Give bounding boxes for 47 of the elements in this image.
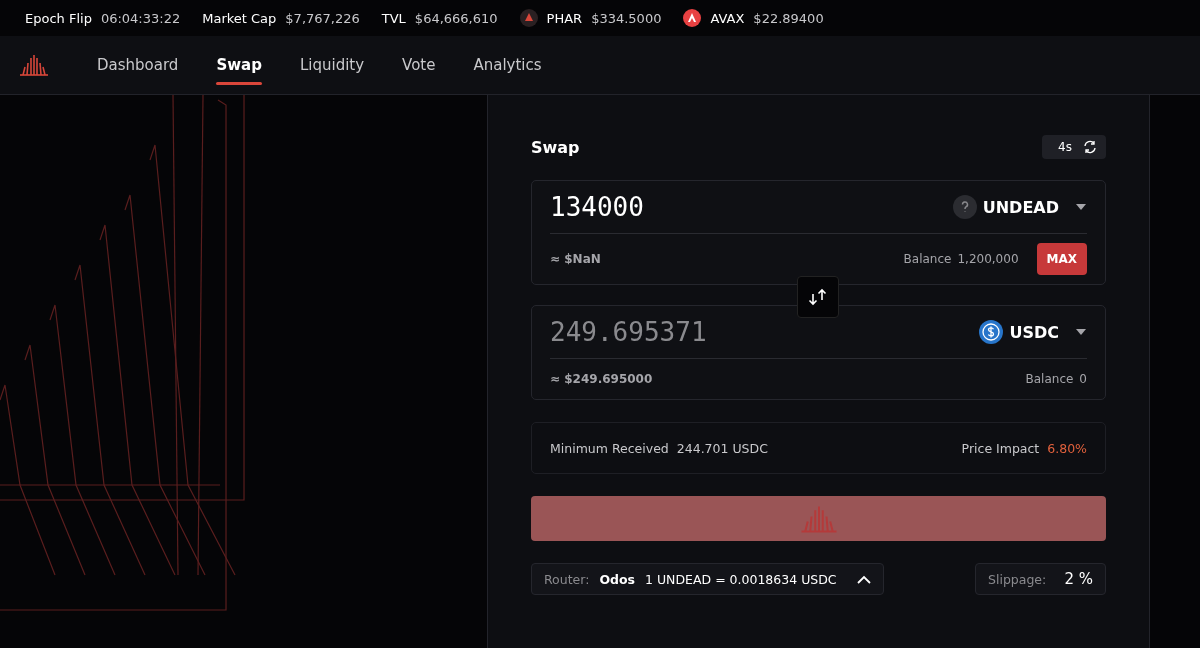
max-button[interactable]: MAX (1036, 243, 1087, 275)
nav-tab[interactable]: Swap (197, 36, 281, 94)
nav-tab[interactable]: Analytics (454, 36, 561, 94)
nav-tab[interactable]: Dashboard (78, 36, 198, 94)
usd-value: ≈ $NaN (550, 252, 601, 266)
router-bar[interactable]: Router: Odos 1 UNDEAD = 0.0018634 USDC (531, 563, 884, 595)
dollar-coin-icon (979, 320, 1004, 344)
question-icon (952, 195, 977, 219)
ticker-label: Epoch Flip (25, 10, 92, 26)
nav-tab[interactable]: Vote (383, 36, 455, 94)
slippage-field[interactable]: Slippage: 2 % (975, 563, 1106, 595)
flip-button[interactable] (797, 276, 839, 318)
balance-label: Balance (1025, 372, 1074, 386)
balance-value: 0 (1079, 372, 1087, 386)
ticker-label: TVL (381, 10, 406, 26)
token-selector[interactable]: UNDEAD (952, 195, 1087, 219)
token-icon (683, 9, 702, 27)
refresh-icon (1082, 139, 1098, 155)
ticker-label: PHAR (546, 10, 583, 26)
ticker-value: $22.89400 (753, 10, 824, 26)
token-selector[interactable]: USDC (979, 320, 1087, 344)
router-label: Router: (544, 571, 590, 587)
refresh-button[interactable]: 4s (1042, 135, 1106, 159)
chevron-up-icon (856, 574, 871, 584)
usd-value: ≈ $249.695000 (550, 372, 653, 386)
price-impact-label: Price Impact (961, 440, 1040, 456)
ticker-value: $64,666,610 (414, 10, 498, 26)
balance-value: 1,200,000 (957, 252, 1019, 266)
price-impact-value: 6.80% (1047, 440, 1087, 456)
amount-field[interactable]: 134000 (550, 192, 644, 222)
ticker-label: AVAX (710, 10, 745, 26)
caret-icon (1075, 328, 1087, 336)
router-name: Odos (599, 571, 636, 587)
nav-tab[interactable]: Liquidity (280, 36, 384, 94)
ticker-value: 06:04:33:22 (100, 10, 181, 26)
balance-label: Balance (903, 252, 952, 266)
ticker-label: Market Cap (202, 10, 277, 26)
min-received-value: 244.701 USDC (676, 440, 768, 456)
panel-title: Swap (531, 137, 580, 157)
min-received-label: Minimum Received (550, 440, 669, 456)
rate-text: 1 UNDEAD = 0.0018634 USDC (645, 571, 837, 587)
token-icon (519, 9, 538, 27)
ticker-value: $334.5000 (591, 10, 662, 26)
amount-field[interactable]: 249.695371 (550, 317, 707, 347)
logo-icon (18, 53, 50, 77)
caret-icon (1075, 203, 1087, 211)
ticker-value: $7,767,226 (285, 10, 360, 26)
